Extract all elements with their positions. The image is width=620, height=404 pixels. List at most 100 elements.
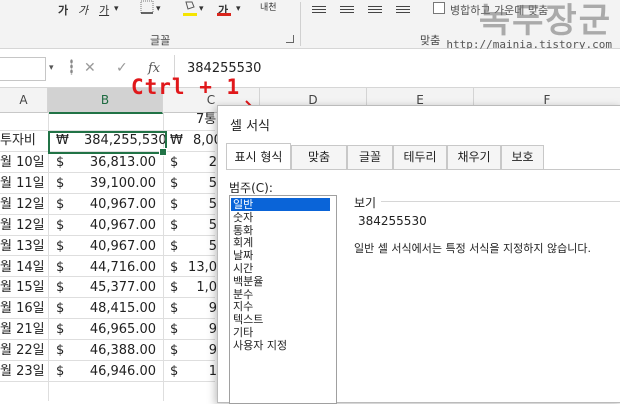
cell-b-dollar[interactable]: $	[56, 361, 64, 383]
category-item[interactable]: 시간	[233, 262, 253, 275]
category-item[interactable]: 숫자	[233, 211, 253, 224]
cell-c-dollar[interactable]: $	[170, 361, 178, 383]
font-dialog-launcher-icon[interactable]	[286, 35, 294, 43]
cell-c-value[interactable]: 5	[180, 173, 217, 195]
category-item[interactable]: 기타	[233, 326, 253, 339]
cell-c-dollar[interactable]: $	[170, 319, 178, 341]
underline-button[interactable]: 가	[99, 2, 109, 18]
cell-c-dollar[interactable]: $	[170, 152, 178, 174]
cell-b-value[interactable]: 46,388.00	[80, 340, 156, 362]
cell-b-dollar[interactable]: $	[56, 173, 64, 195]
cell-a-header[interactable]: 투자비	[0, 130, 36, 152]
tab-border[interactable]: 테두리	[393, 145, 447, 169]
cell-b-value[interactable]: 44,716.00	[80, 257, 156, 279]
tab-fill[interactable]: 채우기	[447, 145, 501, 169]
cell-date[interactable]: 월 14일	[0, 257, 45, 279]
align-right-icon[interactable]	[368, 6, 382, 15]
italic-button[interactable]: 가	[78, 2, 88, 18]
cell-b-value[interactable]: 39,100.00	[80, 173, 156, 195]
merge-center-icon[interactable]	[433, 2, 445, 14]
cell-b-value[interactable]: 40,967.00	[80, 236, 156, 258]
cell-b-dollar[interactable]: $	[56, 319, 64, 341]
cell-c-value[interactable]: 2	[180, 152, 217, 174]
align-left-icon[interactable]	[312, 6, 326, 15]
cell-c-value[interactable]: 13,0	[180, 257, 217, 279]
cell-b-value[interactable]: 40,967.00	[80, 194, 156, 216]
cell-b-value[interactable]: 36,813.00	[80, 152, 156, 174]
category-item[interactable]: 회계	[233, 236, 253, 249]
cell-date[interactable]: 월 12일	[0, 215, 45, 237]
cell-c-value[interactable]: 5	[180, 236, 217, 258]
cell-c-value[interactable]: 5	[180, 215, 217, 237]
border-dropdown-icon[interactable]: ▾	[156, 4, 161, 14]
cell-b-dollar[interactable]: $	[56, 152, 64, 174]
border-icon[interactable]	[140, 0, 154, 17]
tab-number[interactable]: 표시 형식	[226, 143, 291, 169]
cell-c-value[interactable]: 9	[180, 340, 217, 362]
name-box[interactable]	[0, 57, 46, 81]
cell-date[interactable]: 월 15일	[0, 277, 45, 299]
cell-b-value[interactable]: 46,946.00	[80, 361, 156, 383]
phonetic-button[interactable]: 내천	[260, 0, 277, 13]
category-item[interactable]: 백분율	[233, 275, 263, 288]
formula-bar-grip-icon[interactable]	[70, 59, 73, 75]
cancel-icon[interactable]: ✕	[84, 60, 96, 76]
cell-c-dollar[interactable]: $	[170, 194, 178, 216]
tab-protection[interactable]: 보호	[501, 145, 544, 169]
category-item[interactable]: 텍스트	[233, 313, 263, 326]
cell-c-value[interactable]: 9	[180, 319, 217, 341]
cell-b-dollar[interactable]: $	[56, 340, 64, 362]
category-item[interactable]: 분수	[233, 288, 253, 301]
column-header-a[interactable]: A	[0, 88, 48, 113]
underline-dropdown-icon[interactable]: ▾	[114, 4, 119, 14]
cell-b-dollar[interactable]: $	[56, 277, 64, 299]
enter-icon[interactable]: ✓	[116, 60, 128, 76]
cell-b-dollar[interactable]: $	[56, 215, 64, 237]
category-item[interactable]: 날짜	[233, 249, 253, 262]
tab-font[interactable]: 글꼴	[347, 145, 393, 169]
cell-date[interactable]: 월 12일	[0, 194, 45, 216]
cell-c-dollar[interactable]: $	[170, 257, 178, 279]
cell-c-dollar[interactable]: $	[170, 340, 178, 362]
bold-button[interactable]: 가	[58, 2, 68, 18]
category-item[interactable]: 일반	[231, 198, 330, 211]
name-box-dropdown-icon[interactable]: ▾	[49, 63, 54, 73]
cell-date[interactable]: 월 22일	[0, 340, 45, 362]
fill-handle[interactable]	[159, 148, 167, 156]
cell-date[interactable]: 월 23일	[0, 361, 45, 383]
category-item[interactable]: 지수	[233, 300, 253, 313]
fill-dropdown-icon[interactable]: ▾	[199, 4, 204, 14]
cell-c-dollar[interactable]: $	[170, 277, 178, 299]
cell-b-dollar[interactable]: $	[56, 257, 64, 279]
cell-c-value[interactable]: 1	[180, 361, 217, 383]
cell-c-dollar[interactable]: $	[170, 236, 178, 258]
selected-cell[interactable]	[48, 131, 167, 154]
cell-date[interactable]: 월 11일	[0, 173, 45, 195]
cell-c-dollar[interactable]: $	[170, 173, 178, 195]
cell-b-value[interactable]: 40,967.00	[80, 215, 156, 237]
insert-function-button[interactable]: fx	[148, 61, 160, 76]
category-item[interactable]: 통화	[233, 224, 253, 237]
cell-b-value[interactable]: 45,377.00	[80, 277, 156, 299]
cell-c-dollar[interactable]: $	[170, 298, 178, 320]
cell-b-dollar[interactable]: $	[56, 194, 64, 216]
formula-input[interactable]: 384255530	[174, 55, 620, 81]
category-list[interactable]: 일반 숫자 통화 회계 날짜 시간 백분율 분수 지수 텍스트 기타 사용자 지정	[229, 195, 337, 404]
cell-b-value[interactable]: 46,965.00	[80, 319, 156, 341]
cell-date[interactable]: 월 13일	[0, 236, 45, 258]
tab-alignment[interactable]: 맞춤	[291, 145, 347, 169]
cell-date[interactable]: 월 10일	[0, 152, 45, 174]
cell-date[interactable]: 월 16일	[0, 298, 45, 320]
font-color-dropdown-icon[interactable]: ▾	[236, 4, 241, 14]
cell-c-value[interactable]: 9	[180, 298, 217, 320]
category-item[interactable]: 사용자 지정	[233, 339, 287, 352]
cell-b-dollar[interactable]: $	[56, 298, 64, 320]
cell-b-value[interactable]: 48,415.00	[80, 298, 156, 320]
decrease-indent-icon[interactable]	[396, 6, 410, 15]
align-center-icon[interactable]	[340, 6, 354, 15]
cell-c-value[interactable]: 1,0	[180, 277, 217, 299]
cell-c-dollar[interactable]: $	[170, 215, 178, 237]
cell-date[interactable]: 월 21일	[0, 319, 45, 341]
cell-c-value[interactable]: 5	[180, 194, 217, 216]
cell-c-title[interactable]: 7통	[196, 109, 216, 131]
